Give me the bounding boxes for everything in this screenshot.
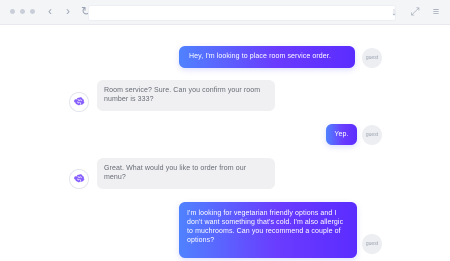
download-icon[interactable]: ↓ <box>389 4 399 20</box>
message-text: Great. What would you like to order from… <box>104 165 247 181</box>
brain-icon <box>74 97 85 106</box>
window-dot-minimize[interactable] <box>20 9 25 14</box>
bot-message-2: Great. What would you like to order from… <box>97 158 275 189</box>
toolbar-right-icons: ↓ ⤢ ≡ <box>389 4 441 20</box>
chat-thread: Hey, I'm looking to place room service o… <box>0 24 450 261</box>
back-icon[interactable]: ‹ <box>45 3 55 19</box>
bot-message-1: Room service? Sure. Can you confirm your… <box>97 80 275 111</box>
browser-toolbar: ‹ › ↻ ↓ ⤢ ≡ <box>0 0 450 25</box>
bot-avatar <box>69 169 89 189</box>
message-text: I'm looking for vegetarian friendly opti… <box>187 210 344 244</box>
brain-icon <box>74 174 85 183</box>
menu-icon[interactable]: ≡ <box>431 4 441 20</box>
bot-avatar <box>69 92 89 112</box>
forward-icon[interactable]: › <box>63 3 73 19</box>
guest-badge: guest <box>362 234 382 254</box>
message-text: Yep. <box>334 131 349 138</box>
message-text: Hey, I'm looking to place room service o… <box>189 53 331 60</box>
guest-badge-label: guest <box>365 55 379 61</box>
user-message-3: I'm looking for vegetarian friendly opti… <box>179 202 357 258</box>
navigation-controls: ‹ › ↻ <box>45 3 91 19</box>
guest-badge: guest <box>362 48 382 68</box>
window-controls <box>10 9 35 14</box>
expand-icon[interactable]: ⤢ <box>410 4 420 20</box>
guest-badge: guest <box>362 125 382 145</box>
address-bar[interactable] <box>88 5 396 21</box>
window-dot-close[interactable] <box>10 9 15 14</box>
message-text: Room service? Sure. Can you confirm your… <box>104 87 261 103</box>
browser-window: ‹ › ↻ ↓ ⤢ ≡ Hey, I'm looking to place ro… <box>0 0 450 261</box>
window-dot-maximize[interactable] <box>30 9 35 14</box>
user-message-1: Hey, I'm looking to place room service o… <box>179 46 355 68</box>
guest-badge-label: guest <box>365 241 379 247</box>
user-message-2: Yep. <box>326 124 357 145</box>
guest-badge-label: guest <box>365 132 379 138</box>
